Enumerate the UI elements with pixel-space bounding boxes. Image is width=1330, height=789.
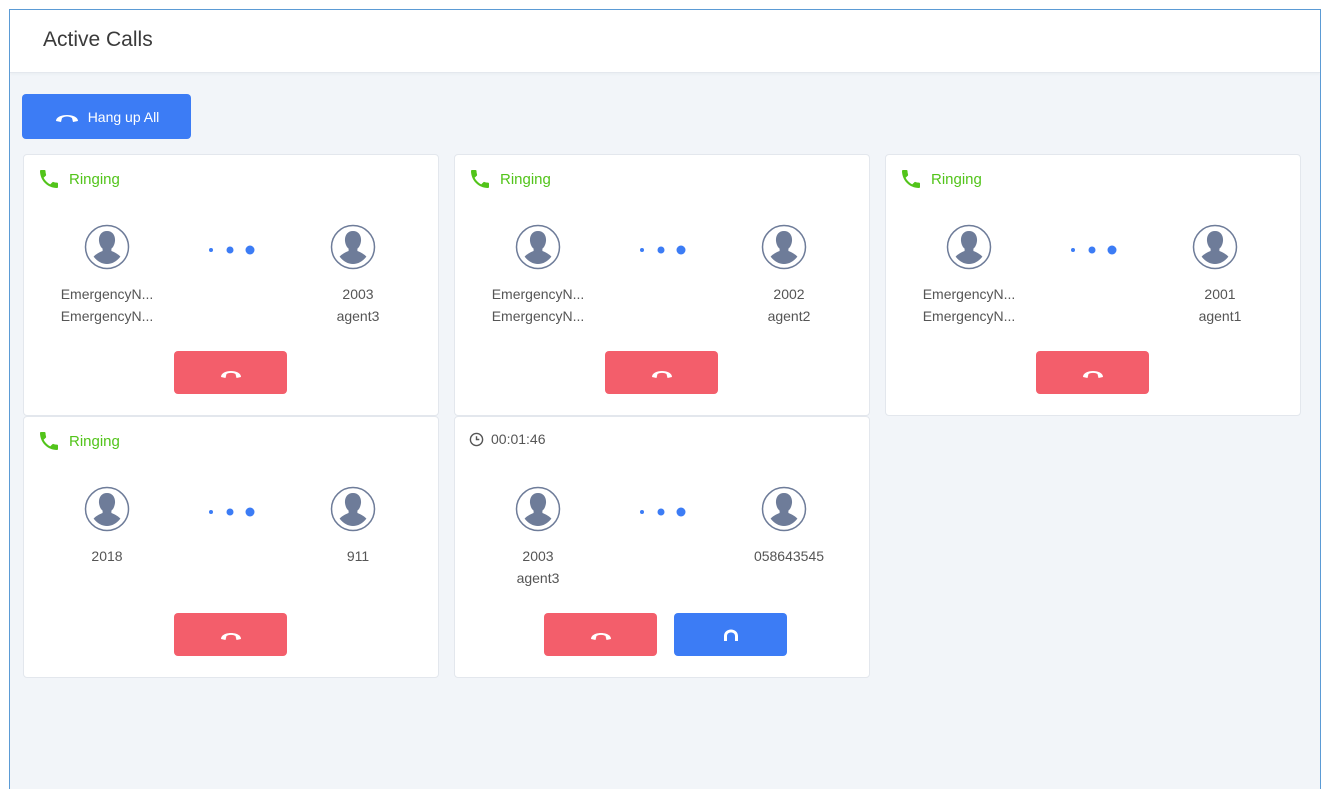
caller-line: EmergencyN... [922, 308, 1016, 324]
callee-line: 2001 [1204, 286, 1236, 302]
callee-line: 2003 [342, 286, 374, 302]
caller-line: EmergencyN... [60, 308, 154, 324]
hangup-button[interactable] [174, 613, 287, 656]
callee-avatar [330, 224, 376, 270]
user-avatar-icon [761, 224, 807, 270]
user-avatar-icon [515, 224, 561, 270]
hangup-icon [220, 370, 241, 378]
user-avatar-icon [84, 224, 130, 270]
caller-info: EmergencyN... EmergencyN... [37, 283, 177, 327]
active-calls-panel: Active Calls Hang up All Ringing Emergen… [9, 9, 1321, 789]
headset-icon [723, 629, 738, 641]
hangup-button[interactable] [1036, 351, 1149, 394]
connecting-dots [640, 507, 686, 517]
caller-avatar [515, 224, 561, 270]
caller-line: EmergencyN... [60, 286, 154, 302]
caller-line: EmergencyN... [922, 286, 1016, 302]
hang-up-all-button[interactable]: Hang up All [22, 94, 191, 139]
connecting-dots [1071, 245, 1117, 255]
user-avatar-icon [761, 486, 807, 532]
caller-info: 2003 agent3 [468, 545, 608, 589]
hangup-icon [55, 114, 78, 122]
hangup-icon [1082, 370, 1103, 378]
connecting-dots [640, 245, 686, 255]
callee-info: 911 [288, 545, 428, 567]
caller-info: 2018 [37, 545, 177, 567]
status-text: Ringing [500, 170, 551, 188]
phone-icon [471, 170, 489, 188]
callee-avatar [1192, 224, 1238, 270]
call-card: Ringing 2018 911 [23, 416, 439, 678]
callee-line: agent2 [767, 308, 811, 324]
callee-line: agent1 [1198, 308, 1242, 324]
listen-button[interactable] [674, 613, 787, 656]
caller-line: EmergencyN... [491, 308, 585, 324]
caller-line: EmergencyN... [491, 286, 585, 302]
call-card: Ringing EmergencyN... EmergencyN... 2002… [454, 154, 870, 416]
call-card: 00:01:46 2003 agent3 058643545 [454, 416, 870, 678]
callee-line: agent3 [336, 308, 380, 324]
callee-line: 2002 [773, 286, 805, 302]
phone-icon [902, 170, 920, 188]
caller-avatar [515, 486, 561, 532]
callee-avatar [761, 486, 807, 532]
call-status: Ringing [899, 167, 982, 191]
user-avatar-icon [1192, 224, 1238, 270]
status-text: Ringing [69, 432, 120, 450]
page-header: Active Calls [10, 10, 1320, 73]
hangup-icon [220, 632, 241, 640]
callee-line: 911 [346, 548, 370, 564]
status-text: Ringing [931, 170, 982, 188]
callee-info: 2002 agent2 [719, 283, 859, 327]
callee-info: 2001 agent1 [1150, 283, 1290, 327]
user-avatar-icon [84, 486, 130, 532]
callee-avatar [761, 224, 807, 270]
caller-avatar [84, 486, 130, 532]
call-timer: 00:01:46 [469, 431, 546, 447]
user-avatar-icon [330, 224, 376, 270]
call-status: Ringing [468, 167, 551, 191]
phone-icon [40, 432, 58, 450]
call-status: Ringing [37, 167, 120, 191]
callee-info: 058643545 [719, 545, 859, 567]
caller-avatar [946, 224, 992, 270]
call-status: Ringing [37, 429, 120, 453]
clock-icon [469, 432, 484, 446]
hang-up-all-label: Hang up All [87, 108, 160, 125]
callee-line: 058643545 [753, 548, 825, 564]
hangup-button[interactable] [605, 351, 718, 394]
user-avatar-icon [515, 486, 561, 532]
call-card: Ringing EmergencyN... EmergencyN... 2003… [23, 154, 439, 416]
status-text: Ringing [69, 170, 120, 188]
hangup-button[interactable] [174, 351, 287, 394]
connecting-dots [209, 507, 255, 517]
user-avatar-icon [946, 224, 992, 270]
caller-line: 2003 [522, 548, 554, 564]
hangup-icon [590, 632, 611, 640]
caller-line: 2018 [91, 548, 123, 564]
call-card: Ringing EmergencyN... EmergencyN... 2001… [885, 154, 1301, 416]
connecting-dots [209, 245, 255, 255]
caller-line: agent3 [516, 570, 560, 586]
page-title: Active Calls [43, 28, 153, 51]
callee-info: 2003 agent3 [288, 283, 428, 327]
timer-text: 00:01:46 [491, 431, 546, 447]
caller-avatar [84, 224, 130, 270]
user-avatar-icon [330, 486, 376, 532]
caller-info: EmergencyN... EmergencyN... [468, 283, 608, 327]
hangup-icon [651, 370, 672, 378]
phone-icon [40, 170, 58, 188]
hangup-button[interactable] [544, 613, 657, 656]
callee-avatar [330, 486, 376, 532]
caller-info: EmergencyN... EmergencyN... [899, 283, 1039, 327]
